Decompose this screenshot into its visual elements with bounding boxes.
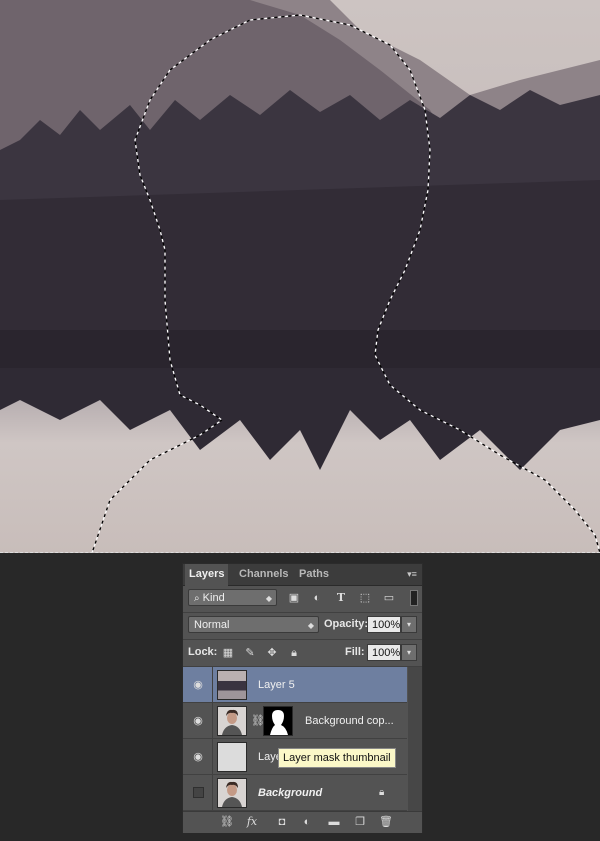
lock-brush-icon[interactable]: ✎ xyxy=(243,646,257,660)
fill-input[interactable]: 100% xyxy=(367,644,401,661)
fill-label: Fill: xyxy=(345,646,365,658)
landscape-photo xyxy=(0,0,600,553)
tab-paths[interactable]: Paths xyxy=(295,564,333,585)
document-canvas[interactable] xyxy=(0,0,600,553)
trash-icon[interactable]: 🗑︎ xyxy=(379,815,393,829)
eye-icon[interactable]: ◉ xyxy=(192,715,204,727)
lock-label: Lock: xyxy=(188,646,218,658)
eye-icon[interactable]: ◉ xyxy=(192,679,204,691)
opacity-input[interactable]: 100% xyxy=(367,616,401,633)
visibility-cell[interactable]: ◉ xyxy=(183,703,213,738)
layer-row-background[interactable]: Background 🔒︎ xyxy=(183,775,407,811)
blend-mode-dropdown[interactable]: Normal ◆ xyxy=(188,616,319,633)
lock-row: Lock: ▦ ✎ ✥ 🔒︎ Fill: 100% ▾ xyxy=(183,643,422,665)
mask-silhouette xyxy=(270,710,288,735)
separator xyxy=(183,639,422,640)
fx-icon[interactable]: fx xyxy=(245,815,259,829)
new-layer-icon[interactable]: ❐ xyxy=(353,815,367,829)
layer-name[interactable]: Layer 5 xyxy=(258,667,295,703)
visibility-off-box[interactable] xyxy=(193,787,204,798)
filter-row: ⌕ Kind ◆ ▣ ◐ T ⬚ ▭ xyxy=(183,586,422,610)
lock-move-icon[interactable]: ✥ xyxy=(265,646,279,660)
filter-toggle-icon[interactable] xyxy=(410,590,418,606)
eye-icon[interactable]: ◉ xyxy=(192,751,204,763)
adjustment-filter-icon[interactable]: ◐ xyxy=(310,591,324,605)
layer-mask-tooltip: Layer mask thumbnail xyxy=(278,748,396,768)
visibility-cell[interactable]: ◉ xyxy=(183,739,213,774)
shape-filter-icon[interactable]: ⬚ xyxy=(358,591,372,605)
folder-icon[interactable]: ▬ xyxy=(327,815,341,829)
blend-mode-value: Normal xyxy=(194,619,230,631)
tab-channels[interactable]: Channels xyxy=(235,564,293,585)
layers-panel: Layers Channels Paths ▾≡ ⌕ Kind ◆ ▣ ◐ T … xyxy=(182,563,423,833)
lock-all-icon[interactable]: 🔒︎ xyxy=(287,646,301,660)
visibility-cell[interactable] xyxy=(183,775,213,810)
kind-filter-dropdown[interactable]: ⌕ Kind ◆ xyxy=(188,589,277,606)
layer-thumbnail[interactable] xyxy=(217,706,247,736)
opacity-label: Opacity: xyxy=(324,618,369,630)
mask-icon[interactable]: ◘ xyxy=(275,815,289,829)
separator xyxy=(183,612,422,613)
blend-row: Normal ◆ Opacity: 100% ▾ xyxy=(183,615,422,637)
portrait-image xyxy=(222,709,242,735)
dropdown-arrow-icon: ◆ xyxy=(307,621,314,630)
dropdown-arrow-icon: ◆ xyxy=(265,594,272,603)
portrait-image xyxy=(222,781,242,807)
link-icon[interactable]: ⛓ xyxy=(251,714,265,728)
layer-thumbnail[interactable] xyxy=(217,742,247,772)
kind-filter-label: Kind xyxy=(202,592,225,604)
search-icon: ⌕ xyxy=(194,593,200,604)
adjustment-icon[interactable]: ◐ xyxy=(300,815,314,829)
panel-tabs: Layers Channels Paths ▾≡ xyxy=(183,564,422,586)
panel-menu-icon[interactable]: ▾≡ xyxy=(405,568,419,580)
fill-dropdown-arrow-icon[interactable]: ▾ xyxy=(401,644,417,661)
layer-thumbnail[interactable] xyxy=(217,778,247,808)
layer-thumbnail[interactable] xyxy=(217,670,247,700)
layer-name[interactable]: Background cop... xyxy=(305,703,394,739)
layer-row-layer-5[interactable]: ◉ Layer 5 xyxy=(183,667,407,703)
layer-name[interactable]: Background xyxy=(258,775,322,811)
visibility-cell[interactable]: ◉ xyxy=(183,667,213,702)
lock-pixels-icon[interactable]: ▦ xyxy=(221,646,235,660)
layers-bottom-toolbar: ⛓ fx ◘ ◐ ▬ ❐ 🗑︎ xyxy=(183,811,422,833)
type-filter-icon[interactable]: T xyxy=(334,591,348,605)
opacity-dropdown-arrow-icon[interactable]: ▾ xyxy=(401,616,417,633)
lock-icon: 🔒︎ xyxy=(379,787,385,798)
link-icon[interactable]: ⛓ xyxy=(220,815,234,829)
layer-mask-thumbnail[interactable] xyxy=(263,706,293,736)
layer-row-background-copy[interactable]: ◉ ⛓ Background cop... xyxy=(183,703,407,739)
layers-scrollbar[interactable] xyxy=(408,667,422,811)
image-filter-icon[interactable]: ▣ xyxy=(287,591,301,605)
canvas-selection-edge xyxy=(0,552,600,553)
smart-object-filter-icon[interactable]: ▭ xyxy=(382,591,396,605)
tab-layers[interactable]: Layers xyxy=(185,564,229,586)
